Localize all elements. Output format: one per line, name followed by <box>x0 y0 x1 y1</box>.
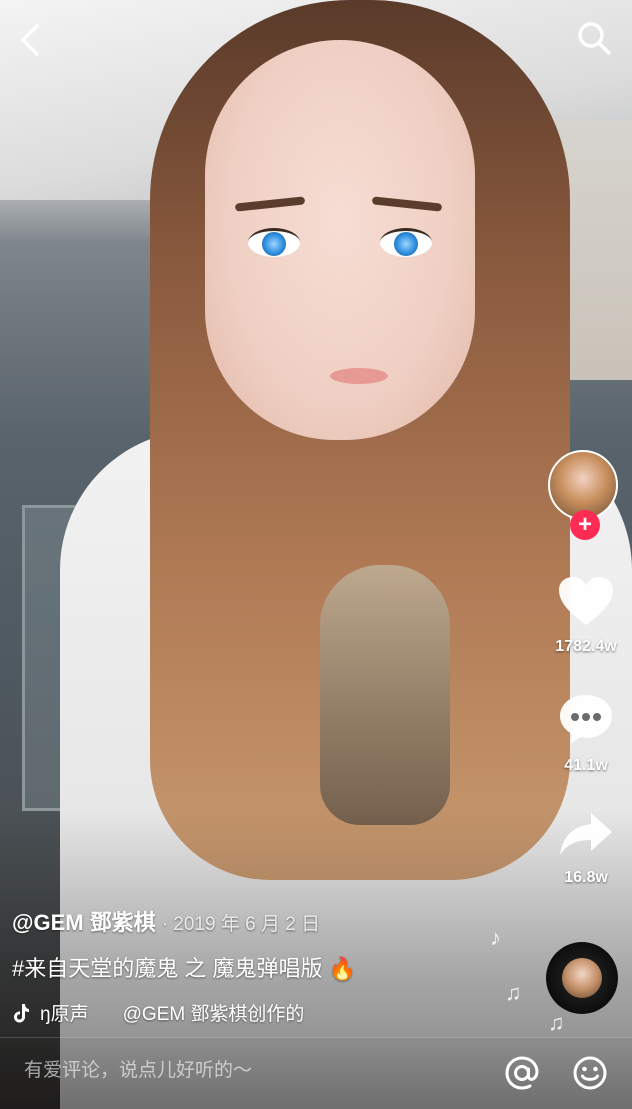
search-icon <box>578 22 611 55</box>
music-title-a: ŋ原声 <box>40 1004 89 1025</box>
music-disc-cover <box>562 958 602 998</box>
like-count: 1782.4w <box>555 638 617 655</box>
comment-bar-divider <box>0 1037 632 1038</box>
video-eye-left <box>248 228 300 257</box>
comment-count: 41.1w <box>564 757 608 774</box>
smiley-icon <box>573 1056 607 1090</box>
author-line: @GEM 鄧紫棋 · 2019 年 6 月 2 日 <box>12 905 532 937</box>
like-button[interactable]: 1782.4w <box>548 575 624 656</box>
share-arrow-icon <box>560 813 612 855</box>
comment-bar <box>0 1037 632 1109</box>
post-date: · 2019 年 6 月 2 日 <box>161 914 321 935</box>
follow-button[interactable]: + <box>570 510 600 540</box>
music-info[interactable]: ŋ原声 @GEM 鄧紫棋创作的 <box>12 999 532 1026</box>
heart-icon <box>559 577 613 625</box>
share-button[interactable]: 16.8w <box>548 810 624 887</box>
video-eye-right <box>380 228 432 257</box>
video-description[interactable]: #来自天堂的魔鬼 之 魔鬼弹唱版 🔥 <box>12 951 532 983</box>
comment-bubble-icon <box>560 695 612 744</box>
chevron-left-icon <box>21 24 39 56</box>
author-handle[interactable]: @GEM 鄧紫棋 <box>12 910 156 935</box>
share-count: 16.8w <box>564 869 608 886</box>
music-disc[interactable] <box>546 942 618 1014</box>
author-avatar-group[interactable]: + <box>548 450 622 540</box>
search-button[interactable] <box>574 18 614 58</box>
at-sign-icon <box>505 1056 539 1090</box>
back-button[interactable] <box>12 20 48 60</box>
mention-button[interactable] <box>502 1053 542 1093</box>
music-note-small-icon: ♫ <box>548 1010 565 1035</box>
comment-input[interactable] <box>22 1059 466 1083</box>
video-lips <box>330 368 388 384</box>
emoji-button[interactable] <box>570 1053 610 1093</box>
music-title-b: @GEM 鄧紫棋创作的 <box>122 1004 305 1025</box>
video-caption: @GEM 鄧紫棋 · 2019 年 6 月 2 日 #来自天堂的魔鬼 之 魔鬼弹唱… <box>12 905 532 1026</box>
tiktok-note-icon <box>14 1003 29 1022</box>
comment-button[interactable]: 41.1w <box>548 692 624 775</box>
video-sweater-print <box>320 565 450 825</box>
